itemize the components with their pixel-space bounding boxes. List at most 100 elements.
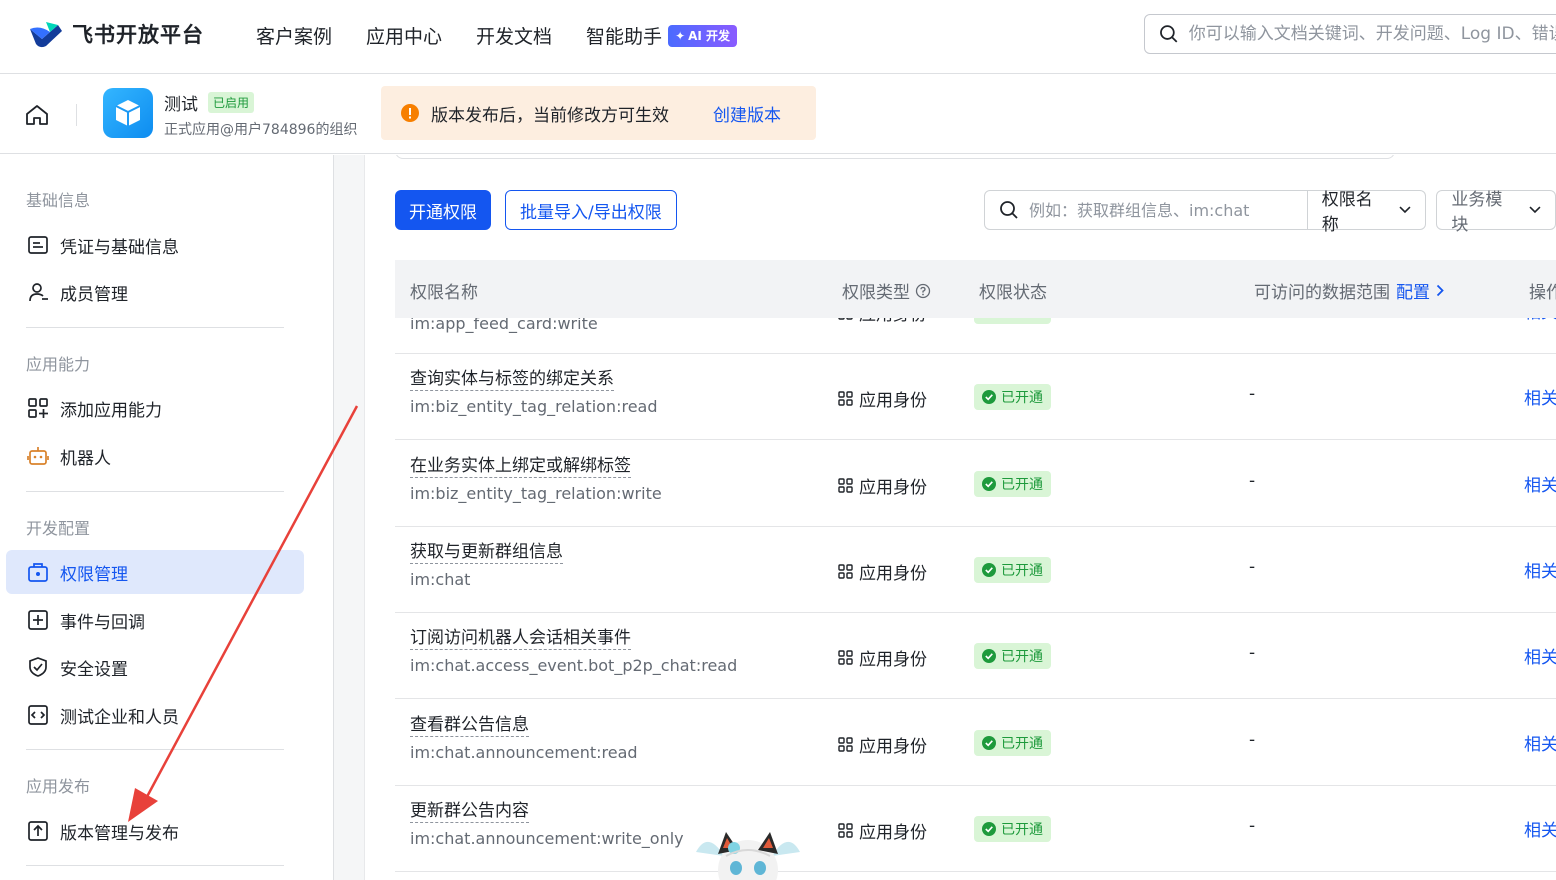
nav-item-docs[interactable]: 开发文档 — [476, 22, 552, 49]
home-icon[interactable] — [24, 102, 50, 128]
app-avatar — [103, 88, 153, 138]
permission-title: 查看群公告信息 — [410, 715, 529, 737]
configure-range-link[interactable]: 配置 — [1396, 278, 1444, 303]
sidebar-group-capability: 应用能力 — [26, 355, 91, 374]
permission-name-cell: 获取与更新群组信息 im:chat — [410, 541, 563, 589]
permission-search-input[interactable] — [1029, 200, 1289, 220]
permission-search[interactable] — [984, 190, 1308, 230]
permission-key: im:chat.access_event.bot_p2p_chat:read — [410, 656, 738, 675]
search-icon — [1000, 201, 1018, 219]
check-circle-icon — [982, 477, 996, 491]
data-range: - — [1249, 643, 1256, 663]
search-field-select[interactable]: 权限名称 — [1307, 190, 1427, 235]
sidebar-item-security[interactable]: 安全设置 — [6, 645, 304, 689]
sidebar-item-robot[interactable]: 机器人 — [6, 434, 304, 478]
global-search[interactable] — [1144, 14, 1556, 54]
data-range: - — [1249, 816, 1256, 836]
grid-icon — [838, 564, 853, 579]
status-text: 已开通 — [1001, 649, 1043, 665]
sidebar-item-test-org[interactable]: 测试企业和人员 — [6, 693, 304, 737]
mascot-image — [696, 832, 800, 880]
app-org: 正式应用@用户784896的组织 — [164, 122, 358, 138]
credential-icon — [26, 233, 50, 257]
sidebar-item-version-release[interactable]: 版本管理与发布 — [6, 809, 304, 853]
status-badge: 已开通 — [974, 643, 1051, 669]
data-range: - — [1249, 384, 1256, 404]
sidebar-item-label: 成员管理 — [60, 284, 128, 305]
table-row[interactable]: 获取与更新群组信息 im:chat 应用身份 已开通 - 相关API — [395, 527, 1556, 613]
permission-key: im:biz_entity_tag_relation:write — [410, 484, 662, 503]
grid-icon — [838, 478, 853, 493]
grid-icon — [838, 650, 853, 665]
batch-import-export-button[interactable]: 批量导入/导出权限 — [505, 190, 677, 230]
filter-bar: 权限名称 业务模块 — [984, 190, 1556, 235]
permission-type-cell: 应用身份 — [838, 386, 927, 411]
app-name: 测试 已启用 — [164, 90, 255, 115]
related-api-link[interactable]: 相关API — [1524, 557, 1556, 582]
status-badge: 已开通 — [974, 384, 1051, 410]
th-name: 权限名称 — [410, 283, 478, 303]
sidebar-item-credentials[interactable]: 凭证与基础信息 — [6, 223, 304, 267]
help-icon[interactable] — [915, 283, 931, 299]
permission-type: 应用身份 — [859, 564, 927, 584]
related-api-link[interactable]: 相关API — [1524, 643, 1556, 668]
nav-item-cases[interactable]: 客户案例 — [256, 22, 332, 49]
sidebar-item-label: 测试企业和人员 — [60, 707, 179, 728]
business-module-select[interactable]: 业务模块 — [1436, 190, 1556, 235]
test-icon — [26, 703, 50, 727]
table-row[interactable]: 更新群公告内容 im:chat.announcement:write_only … — [395, 786, 1556, 872]
sidebar-item-label: 事件与回调 — [60, 612, 145, 633]
divider — [76, 104, 77, 126]
related-api-link[interactable]: 相关API — [1524, 816, 1556, 841]
global-search-input[interactable] — [1188, 24, 1556, 44]
ai-badge-label: AI 开发 — [688, 29, 731, 43]
permission-key: im:biz_entity_tag_relation:read — [410, 397, 658, 416]
sidebar-item-events[interactable]: 事件与回调 — [6, 598, 304, 642]
permission-title: 获取与更新群组信息 — [410, 542, 563, 564]
sidebar-item-label: 权限管理 — [60, 564, 128, 585]
permission-type-cell: 应用身份 — [838, 645, 927, 670]
permission-key: im:chat.announcement:write_only — [410, 829, 684, 848]
permission-title: 在业务实体上绑定或解绑标签 — [410, 456, 631, 478]
check-circle-icon — [982, 649, 996, 663]
sidebar-item-members[interactable]: 成员管理 — [6, 270, 304, 314]
create-version-link[interactable]: 创建版本 — [713, 101, 781, 126]
permission-key: im:chat — [410, 570, 471, 589]
check-circle-icon — [982, 563, 996, 577]
table-row[interactable]: 在业务实体上绑定或解绑标签 im:biz_entity_tag_relation… — [395, 441, 1556, 527]
th-type-label: 权限类型 — [842, 283, 910, 303]
nav-item-assistant[interactable]: 智能助手 — [586, 22, 662, 49]
enable-permission-button[interactable]: 开通权限 — [395, 190, 491, 230]
sidebar-item-add-capability[interactable]: 添加应用能力 — [6, 386, 304, 430]
table-row[interactable]: 查询实体与标签的绑定关系 im:biz_entity_tag_relation:… — [395, 354, 1556, 440]
ai-badge[interactable]: ✦ AI 开发 — [668, 24, 738, 47]
grid-icon — [838, 823, 853, 838]
sidebar-group-release: 应用发布 — [26, 777, 91, 796]
select-value: 权限名称 — [1321, 190, 1373, 235]
related-api-link[interactable]: 相关API — [1524, 730, 1556, 755]
app-status-badge: 已启用 — [208, 92, 255, 113]
permission-type: 应用身份 — [859, 478, 927, 498]
sidebar-divider — [26, 327, 284, 328]
data-range: - — [1249, 557, 1256, 577]
search-icon — [1160, 25, 1178, 43]
brand-name: 飞书开放平台 — [72, 23, 204, 47]
data-range: - — [1249, 471, 1256, 491]
related-api-link[interactable]: 相关API — [1524, 471, 1556, 496]
brand-logo[interactable]: 飞书开放平台 — [28, 19, 204, 49]
th-range: 可访问的数据范围 配置 — [1254, 278, 1444, 303]
nav-item-app-center[interactable]: 应用中心 — [366, 22, 442, 49]
status-text: 已开通 — [1001, 563, 1043, 579]
permission-name-cell: 订阅访问机器人会话相关事件 im:chat.access_event.bot_p… — [410, 627, 737, 675]
permissions-panel: 开通权限 批量导入/导出权限 权限名称 业务模块 权限名称 权限类型 权限状态 … — [365, 155, 1556, 880]
publish-notice: 版本发布后，当前修改方可生效 创建版本 — [381, 86, 816, 140]
status-text: 已开通 — [1001, 390, 1043, 406]
table-row[interactable]: 订阅访问机器人会话相关事件 im:chat.access_event.bot_p… — [395, 613, 1556, 699]
sidebar-divider — [26, 865, 284, 866]
related-api-link[interactable]: 相关API — [1524, 384, 1556, 409]
sidebar-item-permissions[interactable]: 权限管理 — [6, 550, 304, 594]
table-row[interactable]: 查看群公告信息 im:chat.announcement:read 应用身份 已… — [395, 700, 1556, 786]
select-value: 业务模块 — [1451, 190, 1503, 235]
permission-type-cell: 应用身份 — [838, 559, 927, 584]
app-header: 测试 已启用 正式应用@用户784896的组织 版本发布后，当前修改方可生效 创… — [0, 74, 1556, 154]
